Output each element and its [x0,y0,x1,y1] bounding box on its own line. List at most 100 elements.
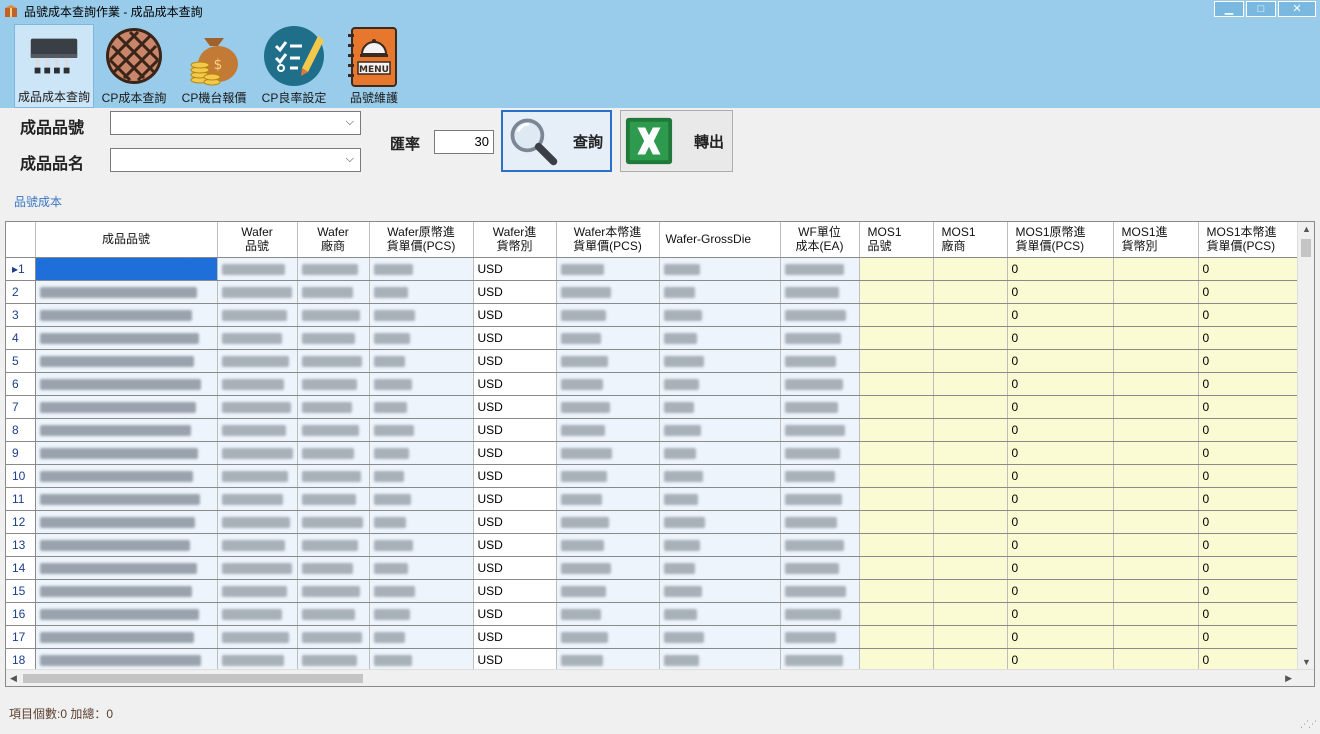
grid-cell[interactable] [933,372,1008,396]
grid-cell[interactable] [556,579,660,603]
grid-cell[interactable] [369,510,474,534]
grid-cell[interactable] [369,303,474,327]
grid-cell[interactable] [1113,556,1199,580]
grid-cell[interactable] [217,533,298,557]
resize-grip-icon[interactable]: ⋰⋰ [1300,719,1317,730]
grid-cell[interactable] [659,602,781,626]
grid-cell[interactable] [369,579,474,603]
grid-cell[interactable] [659,257,781,281]
grid-cell[interactable] [556,372,660,396]
row-number[interactable]: 2 [6,280,36,304]
table-row[interactable]: 3 USD 0 0 [6,303,1305,327]
grid-cell[interactable] [556,533,660,557]
row-number[interactable]: 16 [6,602,36,626]
grid-cell[interactable] [659,280,781,304]
grid-cell[interactable] [780,533,860,557]
grid-cell[interactable]: USD [473,326,557,350]
grid-cell[interactable] [1113,464,1199,488]
grid-cell[interactable] [859,487,934,511]
grid-cell[interactable] [369,464,474,488]
minimize-button[interactable]: ▁ [1214,1,1244,17]
grid-cell[interactable] [780,441,860,465]
table-row[interactable]: 16 USD 0 0 [6,602,1305,626]
tool-finished-cost-query[interactable]: 成品成本查詢 [14,24,94,108]
column-header[interactable]: MOS1 廠商 [933,222,1008,258]
grid-cell[interactable] [859,280,934,304]
chevron-down-icon[interactable]: ⌵ [346,153,354,166]
row-number[interactable]: 10 [6,464,36,488]
grid-cell[interactable]: 0 [1198,395,1305,419]
grid-cell[interactable] [1113,533,1199,557]
grid-cell[interactable]: 0 [1007,602,1114,626]
grid-cell[interactable] [35,395,218,419]
grid-cell[interactable]: USD [473,556,557,580]
grid-cell[interactable] [1113,602,1199,626]
grid-cell[interactable] [217,280,298,304]
grid-cell[interactable]: USD [473,533,557,557]
column-header[interactable]: Wafer原幣進 貨單價(PCS) [369,222,474,258]
column-header[interactable]: MOS1本幣進 貨單價(PCS) [1198,222,1305,258]
exchange-rate-input[interactable]: 30 [434,130,494,154]
grid-cell[interactable] [297,487,370,511]
column-header[interactable]: MOS1原幣進 貨單價(PCS) [1007,222,1114,258]
grid-cell[interactable]: 0 [1198,441,1305,465]
grid-cell[interactable] [780,556,860,580]
row-number[interactable]: 15 [6,579,36,603]
table-row[interactable]: 8 USD 0 0 [6,418,1305,442]
grid-cell[interactable] [297,257,370,281]
vertical-scroll-thumb[interactable] [1301,239,1311,257]
grid-cell[interactable]: 0 [1007,556,1114,580]
tab-part-cost[interactable]: 品號成本 [14,193,62,210]
grid-cell[interactable]: 0 [1007,487,1114,511]
grid-cell[interactable] [659,579,781,603]
grid-cell[interactable] [297,395,370,419]
grid-cell[interactable] [859,556,934,580]
tool-part-maintenance[interactable]: MENU 品號維護 [334,24,414,108]
grid-cell[interactable] [780,372,860,396]
column-header[interactable]: Wafer本幣進 貨單價(PCS) [556,222,660,258]
grid-cell[interactable] [369,349,474,373]
table-row[interactable]: 6 USD 0 0 [6,372,1305,396]
grid-cell[interactable] [780,257,860,281]
grid-cell[interactable] [780,418,860,442]
column-header[interactable]: WF單位 成本(EA) [780,222,860,258]
grid-cell[interactable] [659,418,781,442]
grid-cell[interactable] [297,556,370,580]
grid-cell[interactable] [297,372,370,396]
grid-cell[interactable] [556,464,660,488]
row-number[interactable]: 18 [6,648,36,672]
grid-cell[interactable]: USD [473,395,557,419]
grid-cell[interactable] [859,602,934,626]
grid-cell[interactable] [659,441,781,465]
grid-cell[interactable] [297,464,370,488]
table-row[interactable]: 15 USD 0 0 [6,579,1305,603]
grid-cell[interactable] [659,303,781,327]
grid-cell[interactable] [556,395,660,419]
grid-cell[interactable] [297,326,370,350]
grid-cell[interactable]: 0 [1198,533,1305,557]
grid-cell[interactable] [297,441,370,465]
grid-cell[interactable] [217,418,298,442]
grid-cell[interactable]: 0 [1007,441,1114,465]
row-number[interactable]: 9 [6,441,36,465]
grid-cell[interactable] [35,464,218,488]
grid-cell[interactable] [859,326,934,350]
grid-cell[interactable] [369,395,474,419]
grid-cell[interactable] [217,441,298,465]
grid-cell[interactable] [217,372,298,396]
grid-cell[interactable]: USD [473,257,557,281]
scroll-right-icon[interactable]: ▶ [1285,673,1292,684]
grid-cell[interactable] [780,280,860,304]
grid-cell[interactable] [369,372,474,396]
grid-cell[interactable] [780,349,860,373]
grid-cell[interactable] [217,349,298,373]
grid-cell[interactable] [933,579,1008,603]
grid-cell[interactable] [659,556,781,580]
grid-cell[interactable] [217,487,298,511]
grid-cell[interactable] [1113,303,1199,327]
grid-cell[interactable] [369,648,474,672]
grid-cell[interactable] [659,533,781,557]
column-header[interactable]: Wafer 品號 [217,222,298,258]
grid-cell[interactable] [217,625,298,649]
horizontal-scroll-thumb[interactable] [23,674,363,683]
